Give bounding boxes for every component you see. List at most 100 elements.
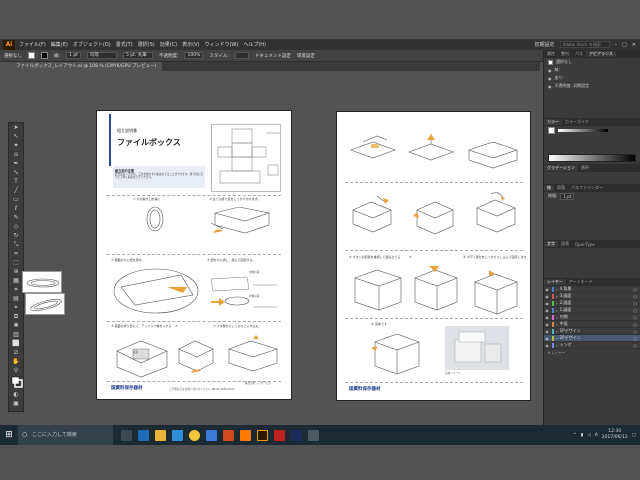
stroke-swatch[interactable] bbox=[41, 52, 48, 59]
eye-icon[interactable]: ◉ bbox=[548, 84, 552, 89]
tab-properties[interactable]: 属性 bbox=[544, 51, 558, 57]
tab-path[interactable]: パス bbox=[572, 51, 586, 57]
tab-pathfinder[interactable]: パスファインダー bbox=[568, 185, 606, 191]
layer-row[interactable]: ◉ › 2.図面 ○ bbox=[544, 300, 640, 307]
target-icon[interactable]: ○ bbox=[634, 322, 638, 327]
mesh-tool-icon[interactable]: ⌗ bbox=[11, 286, 21, 294]
eraser-icon[interactable]: ◇ bbox=[11, 223, 21, 231]
chrome-icon[interactable] bbox=[189, 429, 200, 441]
slice-tool-icon[interactable]: ⧄ bbox=[11, 349, 21, 357]
perspective-icon[interactable]: ▦ bbox=[11, 277, 21, 285]
tab-color[interactable]: カラー bbox=[544, 119, 562, 125]
style-select[interactable] bbox=[234, 52, 249, 59]
tab-layers[interactable]: レイヤー bbox=[544, 279, 566, 285]
windows-start-icon[interactable]: ⊞ bbox=[0, 425, 18, 445]
eye-icon[interactable]: ◉ bbox=[544, 322, 550, 327]
rotate-tool-icon[interactable]: ↻ bbox=[11, 232, 21, 240]
pen-tool-icon[interactable]: ✒ bbox=[11, 160, 21, 168]
tab-character[interactable]: 文字 bbox=[544, 241, 558, 247]
illustrator-taskbar-icon[interactable] bbox=[257, 429, 268, 441]
eye-icon[interactable]: ◉ bbox=[544, 315, 550, 320]
eyedropper-icon[interactable]: ⌖ bbox=[11, 304, 21, 312]
chevron-right-icon[interactable]: › bbox=[556, 301, 558, 306]
symbol-sprayer-icon[interactable]: ✺ bbox=[11, 322, 21, 330]
paintbrush-icon[interactable]: ℓ bbox=[11, 205, 21, 213]
magic-wand-icon[interactable]: ✦ bbox=[11, 142, 21, 150]
color-fill-swatch[interactable] bbox=[548, 126, 555, 134]
edge-icon[interactable] bbox=[138, 429, 149, 441]
type-tool-icon[interactable]: T bbox=[11, 178, 21, 186]
chevron-right-icon[interactable]: › bbox=[556, 343, 558, 348]
layer-row[interactable]: ◉ › 3.図面 ○ bbox=[544, 293, 640, 300]
file-explorer-icon[interactable] bbox=[155, 429, 166, 441]
document-tab[interactable]: ファイルボックス_レイアウト.ai @ 108 % (CMYK/GPU プレビュ… bbox=[10, 62, 163, 71]
eye-icon[interactable]: ◉ bbox=[548, 76, 552, 81]
network-icon[interactable]: ▮ bbox=[581, 433, 583, 438]
notification-icon[interactable]: ▢ bbox=[632, 433, 636, 438]
minimize-icon[interactable]: – bbox=[615, 42, 618, 48]
color-ramp[interactable] bbox=[548, 154, 636, 162]
acrobat-icon[interactable] bbox=[274, 429, 285, 441]
menu-view[interactable]: 表示(V) bbox=[182, 41, 199, 48]
chevron-right-icon[interactable]: › bbox=[556, 336, 558, 341]
volume-icon[interactable]: ◁ bbox=[587, 433, 590, 438]
panel-stroke-weight-field[interactable]: 1 pt bbox=[560, 192, 575, 200]
photoshop-icon[interactable] bbox=[291, 429, 302, 441]
menu-type[interactable]: 書式(T) bbox=[116, 41, 133, 48]
lasso-icon[interactable]: ɑ bbox=[11, 151, 21, 159]
layer-row[interactable]: ◉ › トンボ ○ bbox=[544, 342, 640, 349]
menu-help[interactable]: ヘルプ(H) bbox=[243, 41, 266, 48]
tab-transparency[interactable]: 透明 bbox=[578, 165, 592, 171]
menu-select[interactable]: 選択(S) bbox=[138, 41, 155, 48]
artboard-tool-icon[interactable]: ⬜ bbox=[11, 340, 21, 348]
clip-image-1[interactable] bbox=[22, 271, 62, 293]
k-slider[interactable] bbox=[558, 128, 608, 132]
free-transform-icon[interactable]: ⬚ bbox=[11, 259, 21, 267]
pencil-icon[interactable]: ✎ bbox=[11, 214, 21, 222]
rectangle-tool-icon[interactable]: ▭ bbox=[11, 196, 21, 204]
layer-row[interactable]: ◉ › 1Pデザイン ○ bbox=[544, 328, 640, 335]
direct-selection-tool-icon[interactable]: ↖ bbox=[11, 133, 21, 141]
target-icon[interactable]: ○ bbox=[634, 287, 638, 292]
target-icon[interactable]: ○ bbox=[634, 294, 638, 299]
blend-tool-icon[interactable]: ⧉ bbox=[11, 313, 21, 321]
tab-appearance[interactable]: アピアランス bbox=[586, 51, 616, 57]
bridge-icon[interactable] bbox=[240, 429, 251, 441]
chevron-right-icon[interactable]: › bbox=[556, 322, 558, 327]
fill-swatch[interactable] bbox=[28, 52, 35, 59]
artboard-page-1[interactable]: 組立説明書 ファイルボックス 組立前の注意 此方のボックスは、工具を使わずに組み… bbox=[97, 111, 291, 399]
tab-paragraph[interactable]: 段落 bbox=[554, 185, 568, 191]
clip-image-2[interactable] bbox=[25, 293, 65, 315]
ime-indicator[interactable]: A bbox=[595, 433, 598, 438]
line-tool-icon[interactable]: ╱ bbox=[11, 187, 21, 195]
menu-file[interactable]: ファイル(F) bbox=[19, 41, 46, 48]
eye-icon[interactable]: ◉ bbox=[544, 329, 550, 334]
menu-object[interactable]: オブジェクト(O) bbox=[73, 41, 111, 48]
stroke-weight-field[interactable]: 1 pt bbox=[66, 52, 81, 59]
clock[interactable]: 12:30 2017/06/12 bbox=[602, 429, 628, 441]
hand-tool-icon[interactable]: ✋ bbox=[11, 358, 21, 366]
tab-artboards[interactable]: アートボード bbox=[566, 279, 596, 285]
chevron-right-icon[interactable]: › bbox=[556, 308, 558, 313]
chevron-right-icon[interactable]: › bbox=[556, 315, 558, 320]
chevron-right-icon[interactable]: › bbox=[556, 294, 558, 299]
close-icon[interactable]: ✕ bbox=[632, 42, 636, 48]
eye-icon[interactable]: ◉ bbox=[548, 68, 552, 73]
tab-color-guide[interactable]: カラーガイド bbox=[562, 119, 592, 125]
tab-opentype[interactable]: OpenType bbox=[572, 242, 598, 247]
tab-stroke[interactable]: 線 bbox=[544, 185, 554, 191]
appearance-fill-row[interactable]: ◉ 塗り: bbox=[544, 74, 640, 82]
powerpoint-icon[interactable] bbox=[223, 429, 234, 441]
layer-row[interactable]: ◉ › 1.図面 ○ bbox=[544, 307, 640, 314]
eye-icon[interactable]: ◉ bbox=[544, 287, 550, 292]
eye-icon[interactable]: ◉ bbox=[544, 343, 550, 348]
scale-tool-icon[interactable]: ⤡ bbox=[11, 241, 21, 249]
app-icon[interactable] bbox=[308, 429, 319, 441]
curvature-tool-icon[interactable]: ∿ bbox=[11, 169, 21, 177]
stroke-style-select[interactable]: 均等 bbox=[86, 52, 117, 59]
target-icon[interactable]: ○ bbox=[634, 343, 638, 348]
layer-row[interactable]: ◉ › 内側 ○ bbox=[544, 314, 640, 321]
graph-tool-icon[interactable]: ▥ bbox=[11, 331, 21, 339]
fill-stroke-icon[interactable] bbox=[11, 376, 23, 390]
preferences-button[interactable]: 環境設定 bbox=[297, 53, 315, 59]
